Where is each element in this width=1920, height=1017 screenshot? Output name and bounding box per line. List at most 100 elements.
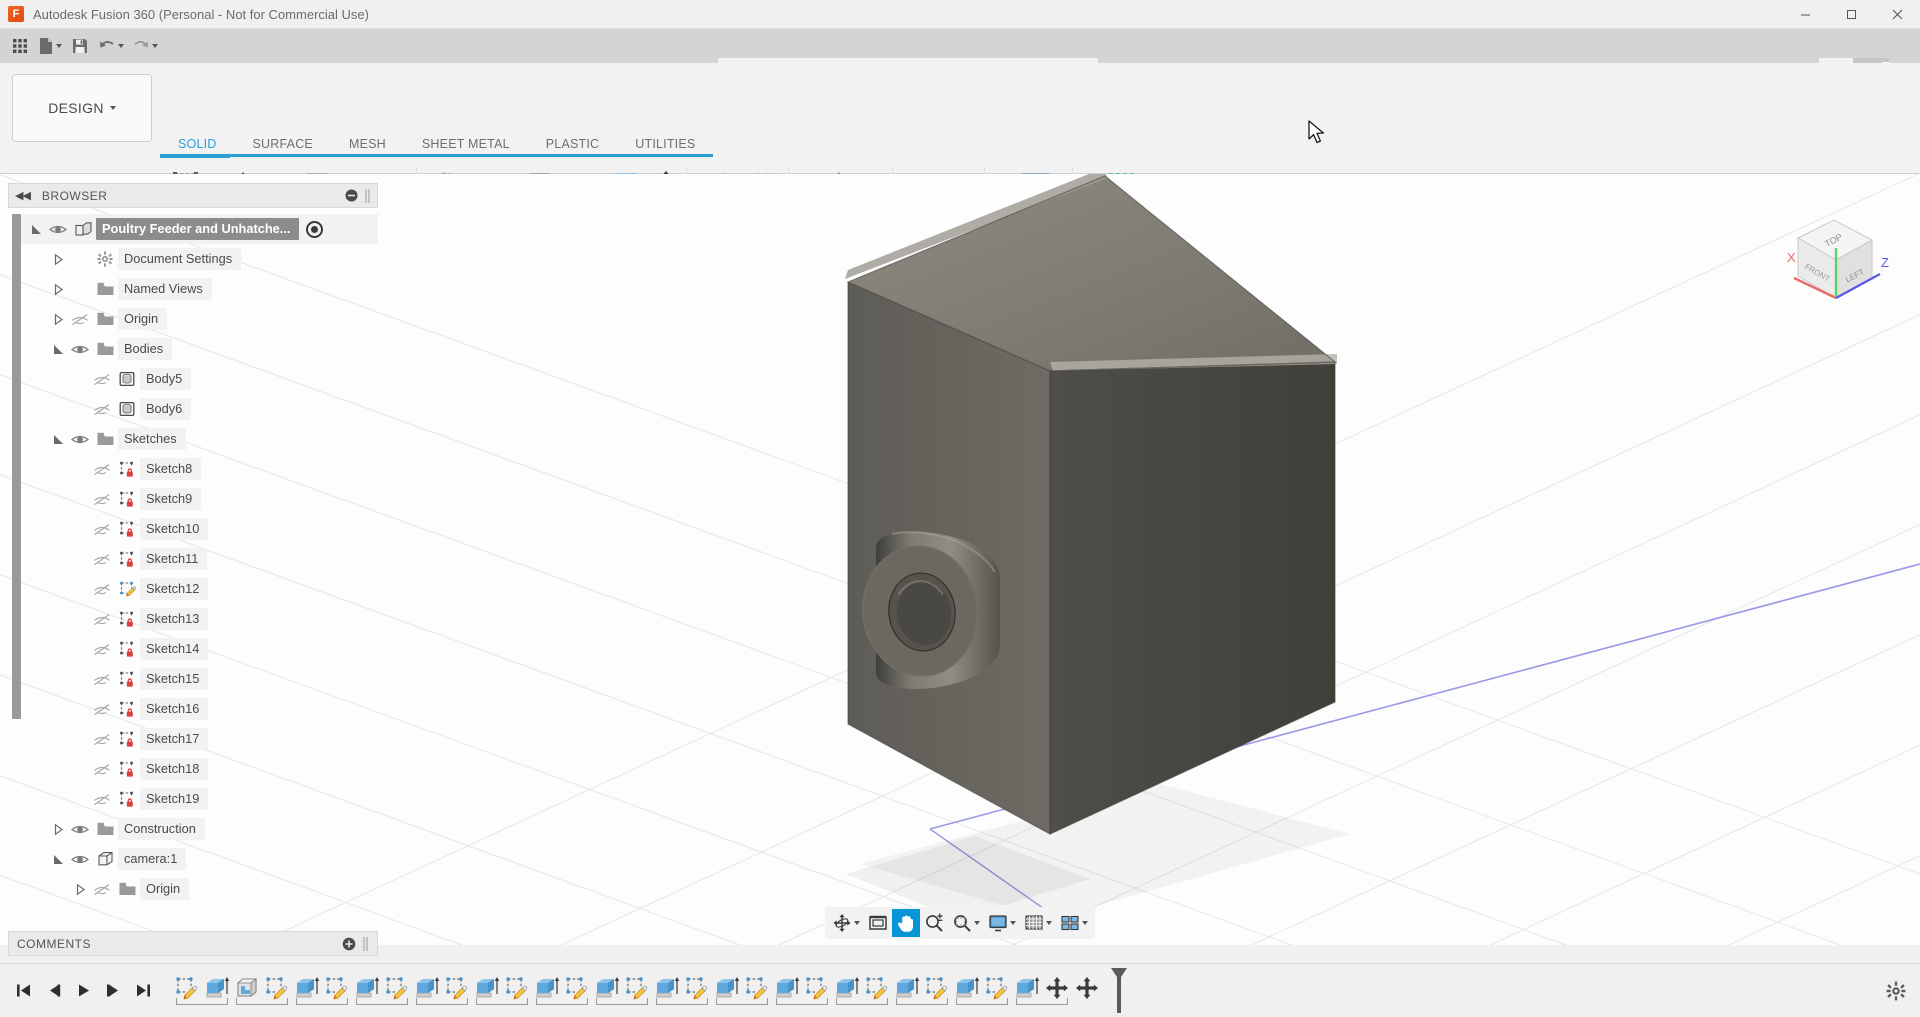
browser-node[interactable]: Body6 [12,394,378,424]
eye-hidden-icon[interactable] [90,523,114,536]
zoom-button[interactable] [920,909,948,937]
browser-node[interactable]: Sketch10 [12,514,378,544]
timeline [0,963,1920,1017]
eye-hidden-icon[interactable] [90,763,114,776]
maximize-button[interactable] [1828,0,1874,29]
browser-node[interactable]: Sketch11 [12,544,378,574]
eye-hidden-icon[interactable] [90,493,114,506]
browser-node[interactable]: Sketch8 [12,454,378,484]
browser-node[interactable]: Document Settings [12,244,378,274]
browser-node[interactable]: Construction [12,814,378,844]
eye-visible-icon[interactable] [68,343,92,356]
eye-hidden-icon[interactable] [90,463,114,476]
minimize-button[interactable] [1782,0,1828,29]
browser-node[interactable]: Origin [12,874,378,904]
quick-access-toolbar: Poultry Feeder and Unhatched Egg Tracker… [0,29,1920,63]
expand-arrow-icon[interactable] [48,853,68,866]
browser-node[interactable]: Sketch13 [12,604,378,634]
browser-resize-handle-icon[interactable] [364,188,371,204]
tab-solid[interactable]: SOLID [160,133,235,155]
eye-visible-icon[interactable] [68,823,92,836]
browser-node[interactable]: Sketch17 [12,724,378,754]
eye-hidden-icon[interactable] [90,553,114,566]
activate-component-radio[interactable] [306,221,323,238]
timeline-go-end-button[interactable] [128,976,158,1006]
expand-arrow-icon[interactable] [48,433,68,446]
eye-hidden-icon [93,883,111,896]
eye-hidden-icon[interactable] [90,643,114,656]
browser-collapse-button[interactable]: ◀◀ [15,189,30,202]
eye-hidden-icon[interactable] [90,703,114,716]
eye-visible-icon[interactable] [68,433,92,446]
browser-node[interactable]: Sketch18 [12,754,378,784]
browser-node[interactable]: camera:1 [12,844,378,874]
browser-node[interactable]: Sketch12 [12,574,378,604]
redo-icon[interactable] [128,31,162,61]
browser-node[interactable]: Poultry Feeder and Unhatche... [12,214,378,244]
browser-node[interactable]: Named Views [12,274,378,304]
browser-minimize-icon[interactable] [345,189,358,202]
collapse-arrow-icon[interactable] [48,313,68,326]
eye-hidden-icon[interactable] [68,313,92,326]
display-settings-button[interactable] [984,909,1020,937]
timeline-feature-move[interactable] [1072,971,1102,1005]
eye-visible-icon[interactable] [46,223,70,236]
eye-hidden-icon[interactable] [90,733,114,746]
eye-hidden-icon[interactable] [90,673,114,686]
browser-scrollbar[interactable] [12,214,21,719]
chevron-down-icon [152,44,158,48]
eye-hidden-icon[interactable] [90,373,114,386]
timeline-playhead[interactable] [1110,967,1126,1011]
eye-hidden-icon[interactable] [90,583,114,596]
new-file-icon[interactable] [34,31,66,61]
tab-sheet-metal[interactable]: SHEET METAL [404,133,528,155]
browser-node[interactable]: Sketch9 [12,484,378,514]
browser-node[interactable]: Sketch16 [12,694,378,724]
add-comment-icon[interactable] [342,937,356,951]
timeline-settings-button[interactable] [1886,981,1920,1001]
timeline-go-start-button[interactable] [8,976,38,1006]
viewports-button[interactable] [1056,909,1092,937]
undo-icon[interactable] [94,31,128,61]
browser-node[interactable]: Sketch15 [12,664,378,694]
folder-icon [97,432,114,446]
collapse-arrow-icon[interactable] [70,883,90,896]
grid-menu-icon[interactable] [6,31,34,61]
browser-node[interactable]: Origin [12,304,378,334]
grid-snaps-button[interactable] [1020,909,1056,937]
timeline-feature-track[interactable] [172,967,1102,1015]
browser-node[interactable]: Body5 [12,364,378,394]
collapse-arrow-icon[interactable] [48,283,68,296]
eye-hidden-icon[interactable] [90,403,114,416]
collapse-arrow-icon[interactable] [48,823,68,836]
browser-node[interactable]: Sketch19 [12,784,378,814]
tab-surface[interactable]: SURFACE [235,133,331,155]
pan-button[interactable] [892,909,920,937]
eye-hidden-icon[interactable] [90,793,114,806]
browser-node[interactable]: Sketch14 [12,634,378,664]
save-icon[interactable] [66,31,94,61]
expand-arrow-icon[interactable] [48,343,68,356]
tab-plastic[interactable]: PLASTIC [528,133,618,155]
timeline-step-forward-button[interactable] [98,976,128,1006]
workspace-selector[interactable]: DESIGN [12,74,152,142]
eye-hidden-icon [71,313,89,326]
tab-mesh[interactable]: MESH [331,133,404,155]
expand-arrow-icon[interactable] [26,223,46,236]
eye-visible-icon[interactable] [68,853,92,866]
close-button[interactable] [1874,0,1920,29]
timeline-play-button[interactable] [68,976,98,1006]
orbit-button[interactable] [828,909,864,937]
browser-node[interactable]: Sketches [12,424,378,454]
collapse-arrow-icon [52,823,65,836]
timeline-step-back-button[interactable] [38,976,68,1006]
fit-button[interactable] [948,909,984,937]
eye-hidden-icon[interactable] [90,883,114,896]
comments-resize-handle-icon[interactable] [362,936,369,952]
collapse-arrow-icon[interactable] [48,253,68,266]
view-cube[interactable]: TOP FRONT LEFT X Z [1768,194,1898,324]
look-at-button[interactable] [864,909,892,937]
tab-utilities[interactable]: UTILITIES [617,133,713,155]
eye-hidden-icon[interactable] [90,613,114,626]
browser-node[interactable]: Bodies [12,334,378,364]
